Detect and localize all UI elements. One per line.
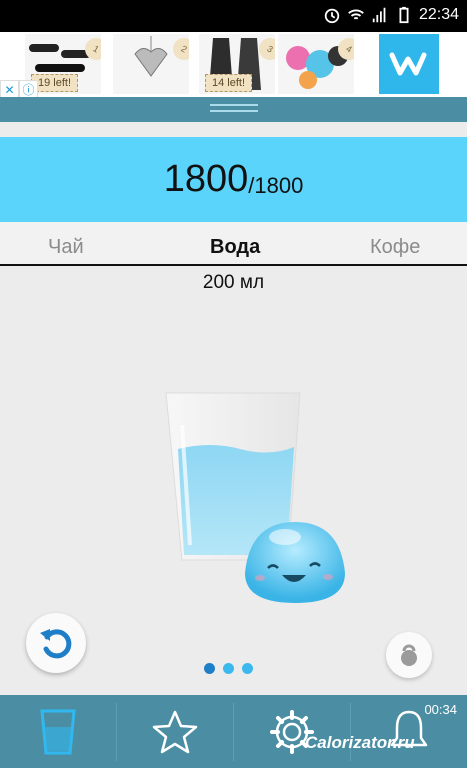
battery-icon [399,6,409,24]
glass-icon [40,709,76,754]
drawer-handle[interactable] [0,97,467,122]
ad-stock-label: 14 left! [205,74,253,92]
water-glass[interactable] [160,385,350,610]
workout-button[interactable] [386,632,432,678]
nav-favorites[interactable] [117,695,233,768]
tab-water[interactable]: Вода [210,236,260,259]
alarm-icon [324,8,340,24]
wifi-icon [348,9,364,20]
counter-goal: 1800 [254,172,304,198]
counter-current: 1800 [163,158,249,200]
kettlebell-icon [401,644,417,666]
page-dot-1[interactable] [204,663,215,674]
status-time: 22:34 [418,6,459,23]
nav-water[interactable] [0,695,116,768]
water-counter: 1800 / 1800 [0,137,467,222]
tab-divider [0,264,467,266]
volume-label: 200 мл [202,272,265,293]
status-bar: 22:34 [0,0,467,32]
bottom-nav: 00:34 [0,695,467,768]
ad-product-2[interactable]: 2 [113,34,189,94]
wish-logo[interactable] [379,34,439,94]
reminder-time: 00:34 [424,702,457,717]
undo-button[interactable] [26,613,86,673]
ad-product-3[interactable]: 3 14 left! [199,34,275,94]
page-indicator [204,663,253,674]
tab-tea[interactable]: Чай [48,236,84,259]
drink-tabs: Чай Вода Кофе [0,222,467,266]
watermark: Calorizator.ru [305,733,415,752]
star-icon [152,710,198,753]
tab-coffee[interactable]: Кофе [370,236,420,259]
ad-stock-label: 19 left! [31,74,79,92]
undo-icon [40,629,72,659]
ad-product-4[interactable]: 4 [278,34,354,94]
nav-settings[interactable] [234,695,350,768]
signal-icon [372,7,386,23]
page-dot-3[interactable] [242,663,253,674]
page-dot-2[interactable] [223,663,234,674]
